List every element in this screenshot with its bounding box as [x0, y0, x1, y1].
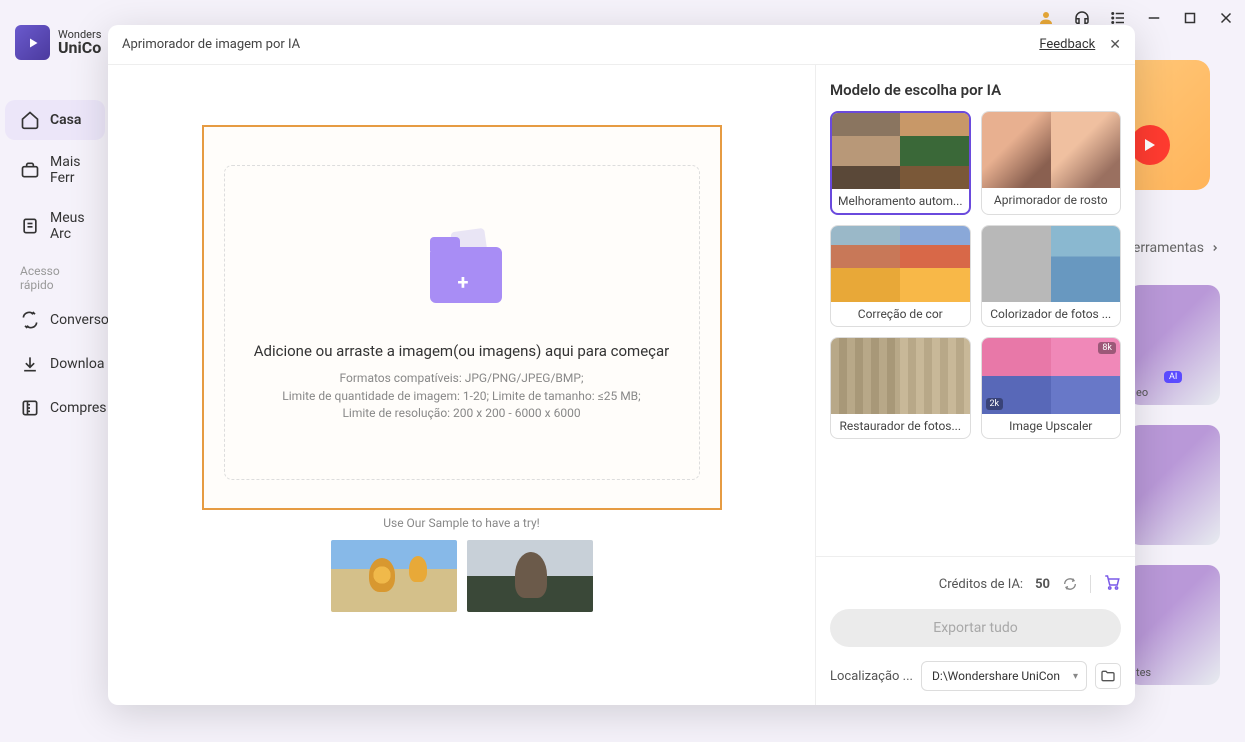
model-photo-restorer[interactable]: Restaurador de fotos... — [830, 337, 971, 439]
model-label: Colorizador de fotos ... — [982, 302, 1121, 326]
close-icon[interactable]: ✕ — [1109, 37, 1121, 53]
support-icon[interactable] — [1073, 9, 1091, 27]
close-window-icon[interactable] — [1217, 9, 1235, 27]
credits-row: Créditos de IA: 50 — [830, 573, 1121, 595]
modal-header: Aprimorador de imagem por IA Feedback ✕ — [108, 25, 1135, 65]
open-folder-button[interactable] — [1095, 663, 1121, 689]
bg-card-2[interactable] — [1128, 425, 1220, 545]
folder-icon — [1100, 668, 1116, 684]
logo-text-2: UniCo — [58, 40, 101, 56]
sidebar-item-tools[interactable]: Mais Ferr — [5, 144, 105, 196]
model-photo-colorizer[interactable]: Colorizador de fotos ... — [981, 225, 1122, 327]
model-label: Melhoramento autom... — [832, 189, 969, 213]
ai-image-enhancer-modal: Aprimorador de imagem por IA Feedback ✕ … — [108, 25, 1135, 705]
location-select[interactable]: D:\Wondershare UniCon — [921, 661, 1087, 691]
sidebar-item-label: Casa — [50, 112, 81, 128]
convert-icon — [20, 310, 40, 330]
files-icon — [20, 216, 40, 236]
download-icon — [20, 354, 40, 374]
sidebar-item-label: Meus Arc — [50, 210, 90, 242]
sidebar-item-label: Compres — [50, 400, 107, 416]
home-icon — [20, 110, 40, 130]
maximize-icon[interactable] — [1181, 9, 1199, 27]
models-title: Modelo de escolha por IA — [830, 81, 1121, 99]
model-face-enhancer[interactable]: Aprimorador de rosto — [981, 111, 1122, 215]
sidebar-item-files[interactable]: Meus Arc — [5, 200, 105, 252]
credits-label: Créditos de IA: — [939, 577, 1023, 592]
bg-card-label: eo — [1136, 386, 1148, 399]
refresh-icon[interactable] — [1062, 576, 1078, 592]
account-icon[interactable] — [1037, 9, 1055, 27]
model-label: Restaurador de fotos... — [831, 414, 970, 438]
sidebar-quick-compress[interactable]: Compres — [5, 388, 105, 428]
sidebar-item-label: Converso — [50, 312, 109, 328]
export-all-button[interactable]: Exportar tudo — [830, 609, 1121, 647]
sidebar-item-label: Downloa — [50, 356, 104, 372]
sample-hint: Use Our Sample to have a try! — [383, 516, 540, 530]
dropzone-headline: Adicione ou arraste a imagem(ou imagens)… — [254, 342, 670, 360]
minimize-icon[interactable] — [1145, 9, 1163, 27]
credits-value: 50 — [1035, 577, 1050, 592]
sidebar: Casa Mais Ferr Meus Arc Acesso rápido Co… — [0, 95, 110, 433]
youtube-icon — [1130, 125, 1170, 165]
chevron-right-icon — [1210, 243, 1220, 253]
bg-card-1[interactable]: AI eo — [1128, 285, 1220, 405]
folder-plus-icon: + — [402, 222, 522, 322]
left-pane: + Adicione ou arraste a imagem(ou imagen… — [108, 65, 815, 705]
dropzone-info-1: Formatos compatíveis: JPG/PNG/JPEG/BMP; — [282, 370, 640, 387]
model-label: Correção de cor — [831, 302, 970, 326]
sidebar-section-label: Acesso rápido — [5, 256, 105, 296]
model-label: Aprimorador de rosto — [982, 188, 1121, 212]
badge-2k: 2k — [986, 398, 1004, 410]
compress-icon — [20, 398, 40, 418]
bg-card-label: tes — [1136, 666, 1151, 679]
sidebar-item-label: Mais Ferr — [50, 154, 90, 186]
model-auto-enhance[interactable]: Melhoramento autom... — [830, 111, 971, 215]
model-label: Image Upscaler — [982, 414, 1121, 438]
logo-badge-icon — [15, 25, 50, 60]
toolbox-icon — [20, 160, 40, 180]
model-image-upscaler[interactable]: 2k 8k Image Upscaler — [981, 337, 1122, 439]
dropzone-info-3: Limite de resolução: 200 x 200 - 6000 x … — [282, 405, 640, 422]
dropzone[interactable]: + Adicione ou arraste a imagem(ou imagen… — [202, 125, 722, 510]
menu-list-icon[interactable] — [1109, 9, 1127, 27]
dropzone-info-2: Limite de quantidade de imagem: 1-20; Li… — [282, 388, 640, 405]
sample-image-2[interactable] — [467, 540, 593, 612]
ai-badge: AI — [1164, 371, 1182, 383]
location-label: Localização ... — [830, 669, 913, 684]
model-color-correction[interactable]: Correção de cor — [830, 225, 971, 327]
bg-card-3[interactable]: tes — [1128, 565, 1220, 685]
sample-image-1[interactable] — [331, 540, 457, 612]
right-pane: Modelo de escolha por IA Melhoramento au… — [815, 65, 1135, 705]
sidebar-quick-converter[interactable]: Converso — [5, 300, 105, 340]
sidebar-quick-download[interactable]: Downloa — [5, 344, 105, 384]
modal-title: Aprimorador de imagem por IA — [122, 37, 300, 52]
sidebar-item-home[interactable]: Casa — [5, 100, 105, 140]
badge-8k: 8k — [1098, 342, 1116, 354]
feedback-link[interactable]: Feedback — [1039, 37, 1095, 52]
app-logo: Wonders UniCo — [15, 25, 101, 60]
bg-tools-link[interactable]: ferramentas — [1128, 240, 1220, 256]
cart-icon[interactable] — [1103, 573, 1121, 595]
